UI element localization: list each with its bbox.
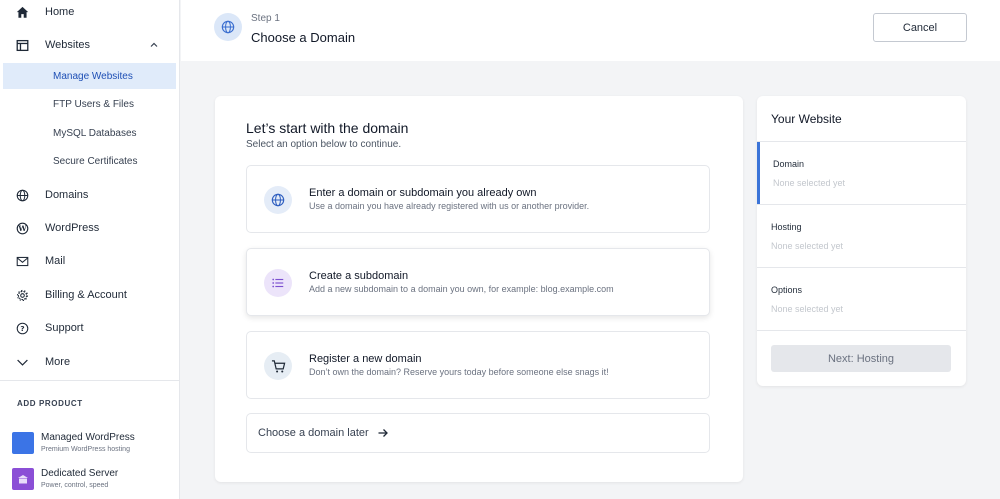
svg-text:W: W — [17, 224, 27, 233]
add-product-heading: ADD PRODUCT — [17, 399, 83, 408]
summary-row-options: Options None selected yet — [757, 267, 966, 330]
summary-title: Your Website — [771, 112, 842, 126]
summary-label: Options — [771, 285, 803, 295]
sidebar-subitem-ftp-users[interactable]: FTP Users & Files — [3, 91, 176, 117]
product-description: Premium WordPress hosting — [41, 446, 130, 453]
wordpress-icon: W — [15, 221, 29, 235]
dedicated-server-icon — [12, 468, 34, 490]
sidebar-item-label: Billing & Account — [45, 289, 127, 301]
browser-window-icon — [15, 38, 29, 52]
sidebar-item-support[interactable]: ? Support — [0, 313, 179, 343]
your-website-summary: Your Website Domain None selected yet Ho… — [757, 96, 966, 386]
summary-value: None selected yet — [773, 178, 846, 188]
summary-value: None selected yet — [771, 304, 844, 314]
product-dedicated-server[interactable]: Dedicated Server Power, control, speed — [12, 466, 177, 492]
later-label: Choose a domain later — [258, 427, 369, 439]
sidebar-item-label: Mail — [45, 255, 66, 267]
option-description: Use a domain you have already registered… — [309, 201, 590, 211]
sidebar-item-billing[interactable]: Billing & Account — [0, 280, 179, 310]
option-title: Enter a domain or subdomain you already … — [309, 187, 537, 199]
option-register-domain[interactable]: Register a new domain Don’t own the doma… — [246, 331, 710, 399]
sidebar-item-label: Domains — [45, 189, 89, 201]
sidebar-divider — [0, 380, 179, 381]
summary-row-hosting: Hosting None selected yet — [757, 204, 966, 267]
arrow-right-icon — [377, 427, 389, 439]
sidebar-subitem-secure-certificates[interactable]: Secure Certificates — [3, 148, 176, 174]
card-subtitle: Select an option below to continue. — [246, 139, 402, 150]
option-existing-domain[interactable]: Enter a domain or subdomain you already … — [246, 165, 710, 233]
sidebar-subitem-mysql-databases[interactable]: MySQL Databases — [3, 120, 176, 146]
sidebar-subitem-manage-websites[interactable]: Manage Websites — [3, 63, 176, 89]
product-description: Power, control, speed — [41, 482, 109, 489]
list-icon — [264, 269, 292, 297]
svg-text:?: ? — [20, 324, 24, 333]
mail-icon — [15, 254, 29, 268]
cancel-button[interactable]: Cancel — [873, 13, 967, 42]
summary-label: Hosting — [771, 222, 802, 232]
managed-wordpress-icon — [12, 432, 34, 454]
next-hosting-button[interactable]: Next: Hosting — [771, 345, 951, 372]
sidebar-item-wordpress[interactable]: W WordPress — [0, 213, 179, 243]
home-icon — [15, 5, 29, 19]
option-title: Create a subdomain — [309, 270, 409, 282]
chevron-down-icon — [15, 355, 29, 369]
product-name: Dedicated Server — [41, 468, 119, 479]
summary-value: None selected yet — [771, 241, 844, 251]
sidebar-item-label: Home — [45, 6, 75, 18]
page-title: Choose a Domain — [251, 30, 356, 45]
option-title: Register a new domain — [309, 353, 422, 365]
domain-options-card: Let’s start with the domain Select an op… — [215, 96, 743, 482]
sidebar-item-label: More — [45, 356, 71, 368]
option-create-subdomain[interactable]: Create a subdomain Add a new subdomain t… — [246, 248, 710, 316]
sidebar-item-label: Support — [45, 322, 84, 334]
chevron-up-icon[interactable] — [149, 40, 159, 50]
gear-icon — [15, 288, 29, 302]
option-description: Don’t own the domain? Reserve yours toda… — [309, 367, 609, 377]
option-description: Add a new subdomain to a domain you own,… — [309, 284, 614, 294]
sidebar-item-home[interactable]: Home — [0, 0, 179, 27]
step-globe-icon — [214, 13, 242, 41]
choose-domain-later-link[interactable]: Choose a domain later — [246, 413, 710, 453]
sidebar-item-websites[interactable]: Websites — [0, 30, 179, 60]
wizard-header: Step 1 Choose a Domain Cancel — [181, 0, 1000, 61]
sidebar-item-domains[interactable]: Domains — [0, 180, 179, 210]
card-title: Let’s start with the domain — [246, 120, 409, 136]
summary-label: Domain — [773, 159, 805, 169]
globe-icon — [15, 188, 29, 202]
sidebar: Home Websites Manage Websites FTP Users … — [0, 0, 180, 499]
globe-icon — [264, 186, 292, 214]
product-managed-wordpress[interactable]: Managed WordPress Premium WordPress host… — [12, 430, 177, 456]
step-label: Step 1 — [251, 13, 280, 24]
help-icon: ? — [15, 321, 29, 335]
sidebar-item-label: WordPress — [45, 222, 100, 234]
sidebar-item-mail[interactable]: Mail — [0, 246, 179, 276]
sidebar-item-label: Websites — [45, 39, 91, 51]
sidebar-item-more[interactable]: More — [0, 347, 179, 377]
cart-icon — [264, 352, 292, 380]
summary-row-domain: Domain None selected yet — [757, 141, 966, 205]
product-name: Managed WordPress — [41, 432, 135, 443]
